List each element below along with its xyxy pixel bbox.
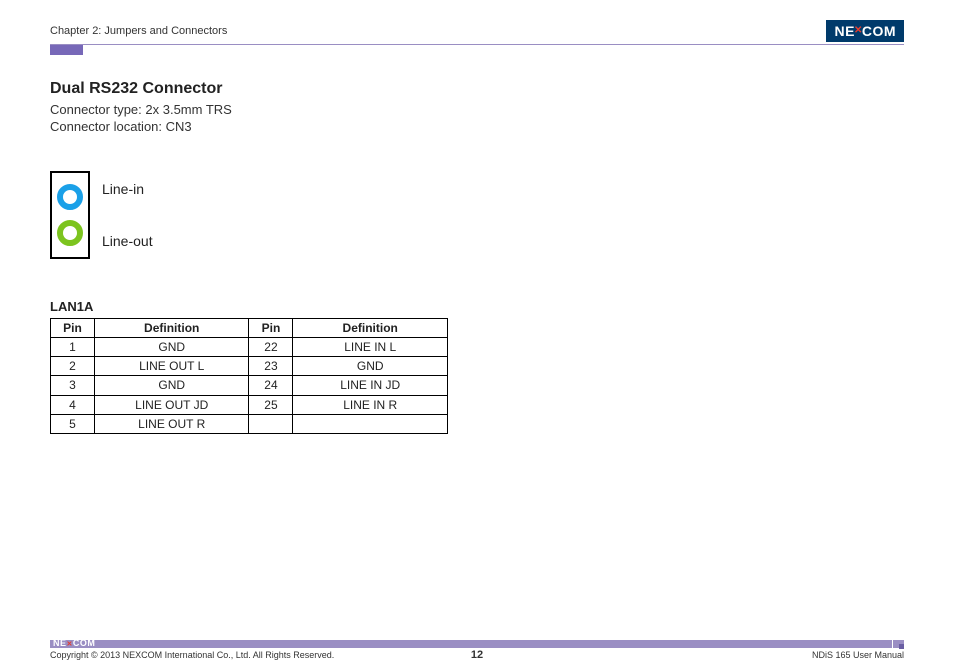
brand-pre: NE [834,23,854,39]
cell-pin: 3 [51,376,95,395]
page-number: 12 [471,649,483,661]
brand-x-icon: ✕ [854,25,863,36]
line-in-jack-icon [57,184,83,210]
table-row: 2 LINE OUT L 23 GND [51,357,448,376]
line-in-label: Line-in [102,181,153,197]
brand-logo: NE✕COM [826,20,904,42]
table-row: 5 LINE OUT R [51,414,448,433]
th-pin-2: Pin [249,318,293,337]
cell-pin: 5 [51,414,95,433]
th-pin-1: Pin [51,318,95,337]
cell-pin: 22 [249,337,293,356]
cell-def: LINE OUT JD [94,395,249,414]
cell-def: LINE IN R [293,395,448,414]
th-def-2: Definition [293,318,448,337]
cell-def: LINE OUT L [94,357,249,376]
footer: NE✕COM Copyright © 2013 NEXCOM Internati… [50,640,904,660]
cell-pin [249,414,293,433]
copyright-text: Copyright © 2013 NEXCOM International Co… [50,650,334,660]
cell-pin: 23 [249,357,293,376]
cell-pin: 24 [249,376,293,395]
connector-type: Connector type: 2x 3.5mm TRS [50,102,904,119]
connector-figure: Line-in Line-out [50,171,904,259]
table-row: 3 GND 24 LINE IN JD [51,376,448,395]
cell-pin: 4 [51,395,95,414]
table-row: 1 GND 22 LINE IN L [51,337,448,356]
cell-def: GND [293,357,448,376]
connector-body [50,171,90,259]
header-rule [50,44,904,45]
th-def-1: Definition [94,318,249,337]
section-tab [50,45,83,55]
line-out-label: Line-out [102,233,153,249]
manual-name: NDiS 165 User Manual [812,650,904,660]
cell-def: LINE IN JD [293,376,448,395]
chapter-title: Chapter 2: Jumpers and Connectors [50,25,227,37]
table-title: LAN1A [50,299,904,314]
cell-def: GND [94,337,249,356]
cell-def [293,414,448,433]
cell-pin: 1 [51,337,95,356]
line-out-jack-icon [57,220,83,246]
cell-def: LINE OUT R [94,414,249,433]
section-title: Dual RS232 Connector [50,80,904,98]
footer-bar: NE✕COM [50,640,904,648]
table-header-row: Pin Definition Pin Definition [51,318,448,337]
table-row: 4 LINE OUT JD 25 LINE IN R [51,395,448,414]
cell-pin: 2 [51,357,95,376]
cell-def: LINE IN L [293,337,448,356]
connector-location: Connector location: CN3 [50,119,904,136]
footer-logo: NE✕COM [53,638,95,648]
cell-pin: 25 [249,395,293,414]
cell-def: GND [94,376,249,395]
pin-table: Pin Definition Pin Definition 1 GND 22 L… [50,318,448,434]
brand-post: COM [862,23,896,39]
